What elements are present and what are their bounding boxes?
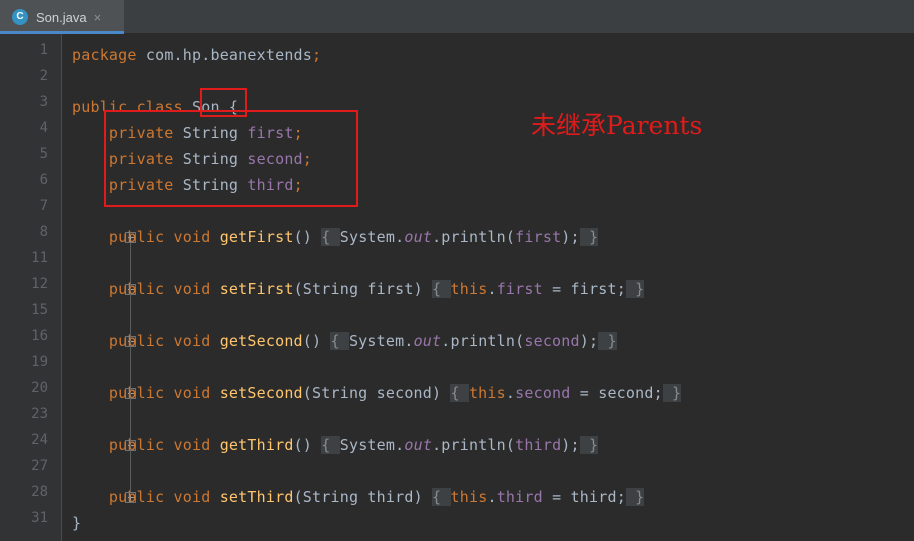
code-line-text: public void setThird(String third) { thi…	[72, 488, 645, 506]
code-line-text: public class Son {	[72, 98, 239, 116]
code-line[interactable]: public void getSecond() { System.out.pri…	[0, 328, 914, 354]
code-line[interactable]: public void setThird(String third) { thi…	[0, 484, 914, 510]
code-line[interactable]: private String first;	[0, 120, 914, 146]
code-line[interactable]: public void setFirst(String first) { thi…	[0, 276, 914, 302]
code-line-text: private String first;	[72, 124, 303, 142]
tab-son-java[interactable]: C Son.java ×	[0, 0, 124, 34]
code-line-text: public void getFirst() { System.out.prin…	[72, 228, 599, 246]
code-line[interactable]: public void getFirst() { System.out.prin…	[0, 224, 914, 250]
code-line-text: public void getSecond() { System.out.pri…	[72, 332, 617, 350]
annotation-label: 未继承Parents	[531, 111, 703, 140]
code-line-text: public void setFirst(String first) { thi…	[72, 280, 645, 298]
code-line[interactable]: }	[0, 510, 914, 536]
code-line-text: public void setSecond(String second) { t…	[72, 384, 682, 402]
java-class-icon: C	[12, 9, 28, 25]
code-line-text: }	[72, 514, 82, 532]
close-icon[interactable]: ×	[94, 11, 102, 24]
code-line[interactable]	[0, 458, 914, 484]
code-line[interactable]	[0, 406, 914, 432]
editor-tab-bar: C Son.java ×	[0, 0, 914, 34]
code-line[interactable]: public void setSecond(String second) { t…	[0, 380, 914, 406]
code-line[interactable]: private String second;	[0, 146, 914, 172]
code-line[interactable]: private String third;	[0, 172, 914, 198]
code-line[interactable]	[0, 68, 914, 94]
code-line[interactable]: public class Son {	[0, 94, 914, 120]
code-line-text: package com.hp.beanextends;	[72, 46, 322, 64]
code-line[interactable]	[0, 354, 914, 380]
code-line[interactable]	[0, 198, 914, 224]
code-line[interactable]	[0, 302, 914, 328]
code-line[interactable]: public void getThird() { System.out.prin…	[0, 432, 914, 458]
tab-label: Son.java	[36, 9, 87, 25]
code-line-text: public void getThird() { System.out.prin…	[72, 436, 599, 454]
code-editor[interactable]: 1 2 3 4 5 6 7 8 11 12 15 16 19 20 23 24 27 28 31 package c…	[0, 34, 914, 541]
code-line[interactable]	[0, 250, 914, 276]
code-line-text: private String third;	[72, 176, 303, 194]
code-line-text: private String second;	[72, 150, 313, 168]
code-line[interactable]: package com.hp.beanextends;	[0, 42, 914, 68]
